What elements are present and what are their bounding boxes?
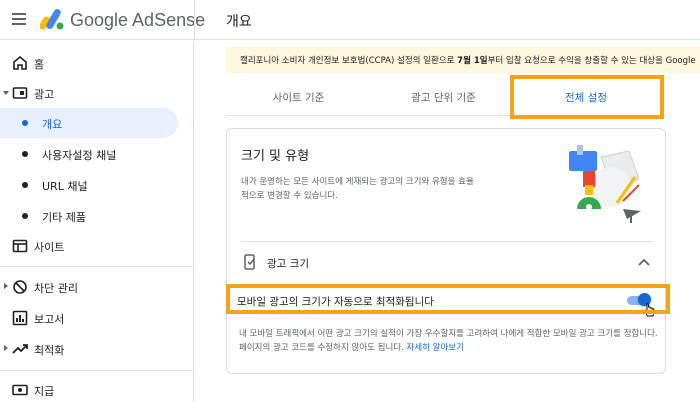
sidebar-item-label: 광고 [34,88,55,101]
reports-icon [12,310,28,326]
home-icon [13,55,27,70]
banner-text-start: 캘리포니아 소비자 개인정보 보호법(CCPA) 설정의 일환으로 [240,56,458,66]
sidebar-item-label: 사이트 [34,241,65,254]
sidebar-item-label: 홈 [34,58,45,71]
sidebar-item-custom-channels[interactable]: 사용자설정 채널 [0,139,194,169]
sidebar-item-home[interactable]: 홈 [0,48,194,78]
sidebar-item-label: URL 채널 [42,180,88,193]
sidebar-item-label: 최적화 [34,344,65,357]
card-title: 크기 및 유형 [241,149,310,164]
sidebar-item-label: 기타 제품 [42,211,86,224]
tab-highlight-box [510,75,664,119]
sidebar-item-optimization[interactable]: 최적화 [0,334,194,364]
sidebar-item-blocking-controls[interactable]: 차단 관리 [0,272,194,302]
sidebar-item-label: 차단 관리 [34,282,78,295]
learn-more-link[interactable]: 자세히 알아보기 [407,343,464,353]
sidebar-item-ads[interactable]: 광고 [0,78,194,108]
ccpa-notice-banner: 캘리포니아 소비자 개인정보 보호법(CCPA) 설정의 일환으로 7월 1일부… [226,47,700,73]
payments-icon [12,384,28,396]
setting-help-text: 내 모바일 트래픽에서 어떤 광고 크기의 실적이 가장 우수할지를 고려하여 … [239,327,659,355]
page-title: 개요 [226,14,252,30]
card-description: 내가 운영하는 모든 사이트에 게재되는 광고의 크기와 유형을 효율적으로 변… [241,177,474,201]
expand-caret-icon [4,283,8,289]
ad-size-icon [244,254,255,270]
sidebar-item-other-products[interactable]: 기타 제품 [0,201,194,231]
sidebar-item-sites[interactable]: 사이트 [0,231,194,261]
adsense-logo-icon [40,9,64,30]
topbar-divider [194,0,195,40]
section-title: 광고 크기 [267,258,309,270]
ad-size-card: 크기 및 유형 내가 운영하는 모든 사이트에 게재되는 광고의 크기와 유형을… [226,128,666,374]
sidebar-item-label: 보고서 [34,313,65,326]
banner-text-end: 부터 입찰 요청으로 수익을 창출할 수 있는 대상을 Google [487,56,696,66]
sidebar-divider [0,370,194,371]
banner-text: 캘리포니아 소비자 개인정보 보호법(CCPA) 설정의 일환으로 7월 1일부… [240,54,696,66]
ads-icon [12,87,28,99]
sidebar-item-url-channels[interactable]: URL 채널 [0,170,194,200]
bullet-icon [22,120,28,126]
chevron-up-icon[interactable] [637,257,651,267]
sidebar-item-label: 사용자설정 채널 [42,149,117,162]
bullet-icon [22,182,28,188]
tab-by-ad-unit[interactable]: 광고 단위 기준 [371,80,516,116]
bullet-icon [22,213,28,219]
banner-date: 7월 1일 [457,56,488,66]
block-icon [13,280,27,294]
trending-up-icon [12,344,28,354]
expand-caret-icon [3,91,9,95]
sidebar-item-reports[interactable]: 보고서 [0,303,194,333]
sidebar-item-label: 개요 [42,118,63,131]
sidebar-item-overview[interactable]: 개요 [0,108,178,138]
expand-caret-icon [4,345,8,351]
tab-by-site[interactable]: 사이트 기준 [226,80,371,116]
menu-icon[interactable] [12,13,26,25]
sites-icon [12,239,28,253]
sidebar: 홈 광고 개요 사용자설정 채널 URL 채널 기타 제품 사이트 차단 관리 … [0,41,194,402]
brand-name: Google AdSense [70,10,206,30]
card-divider [241,241,653,242]
sidebar-divider [0,266,194,267]
sidebar-item-label: 지급 [34,385,55,398]
bullet-icon [22,151,28,157]
sidebar-item-payments[interactable]: 지급 [0,375,194,402]
sizes-illustration-icon [569,145,641,223]
setting-highlight-box [226,284,670,314]
top-app-bar: Google AdSense 개요 [0,0,700,40]
